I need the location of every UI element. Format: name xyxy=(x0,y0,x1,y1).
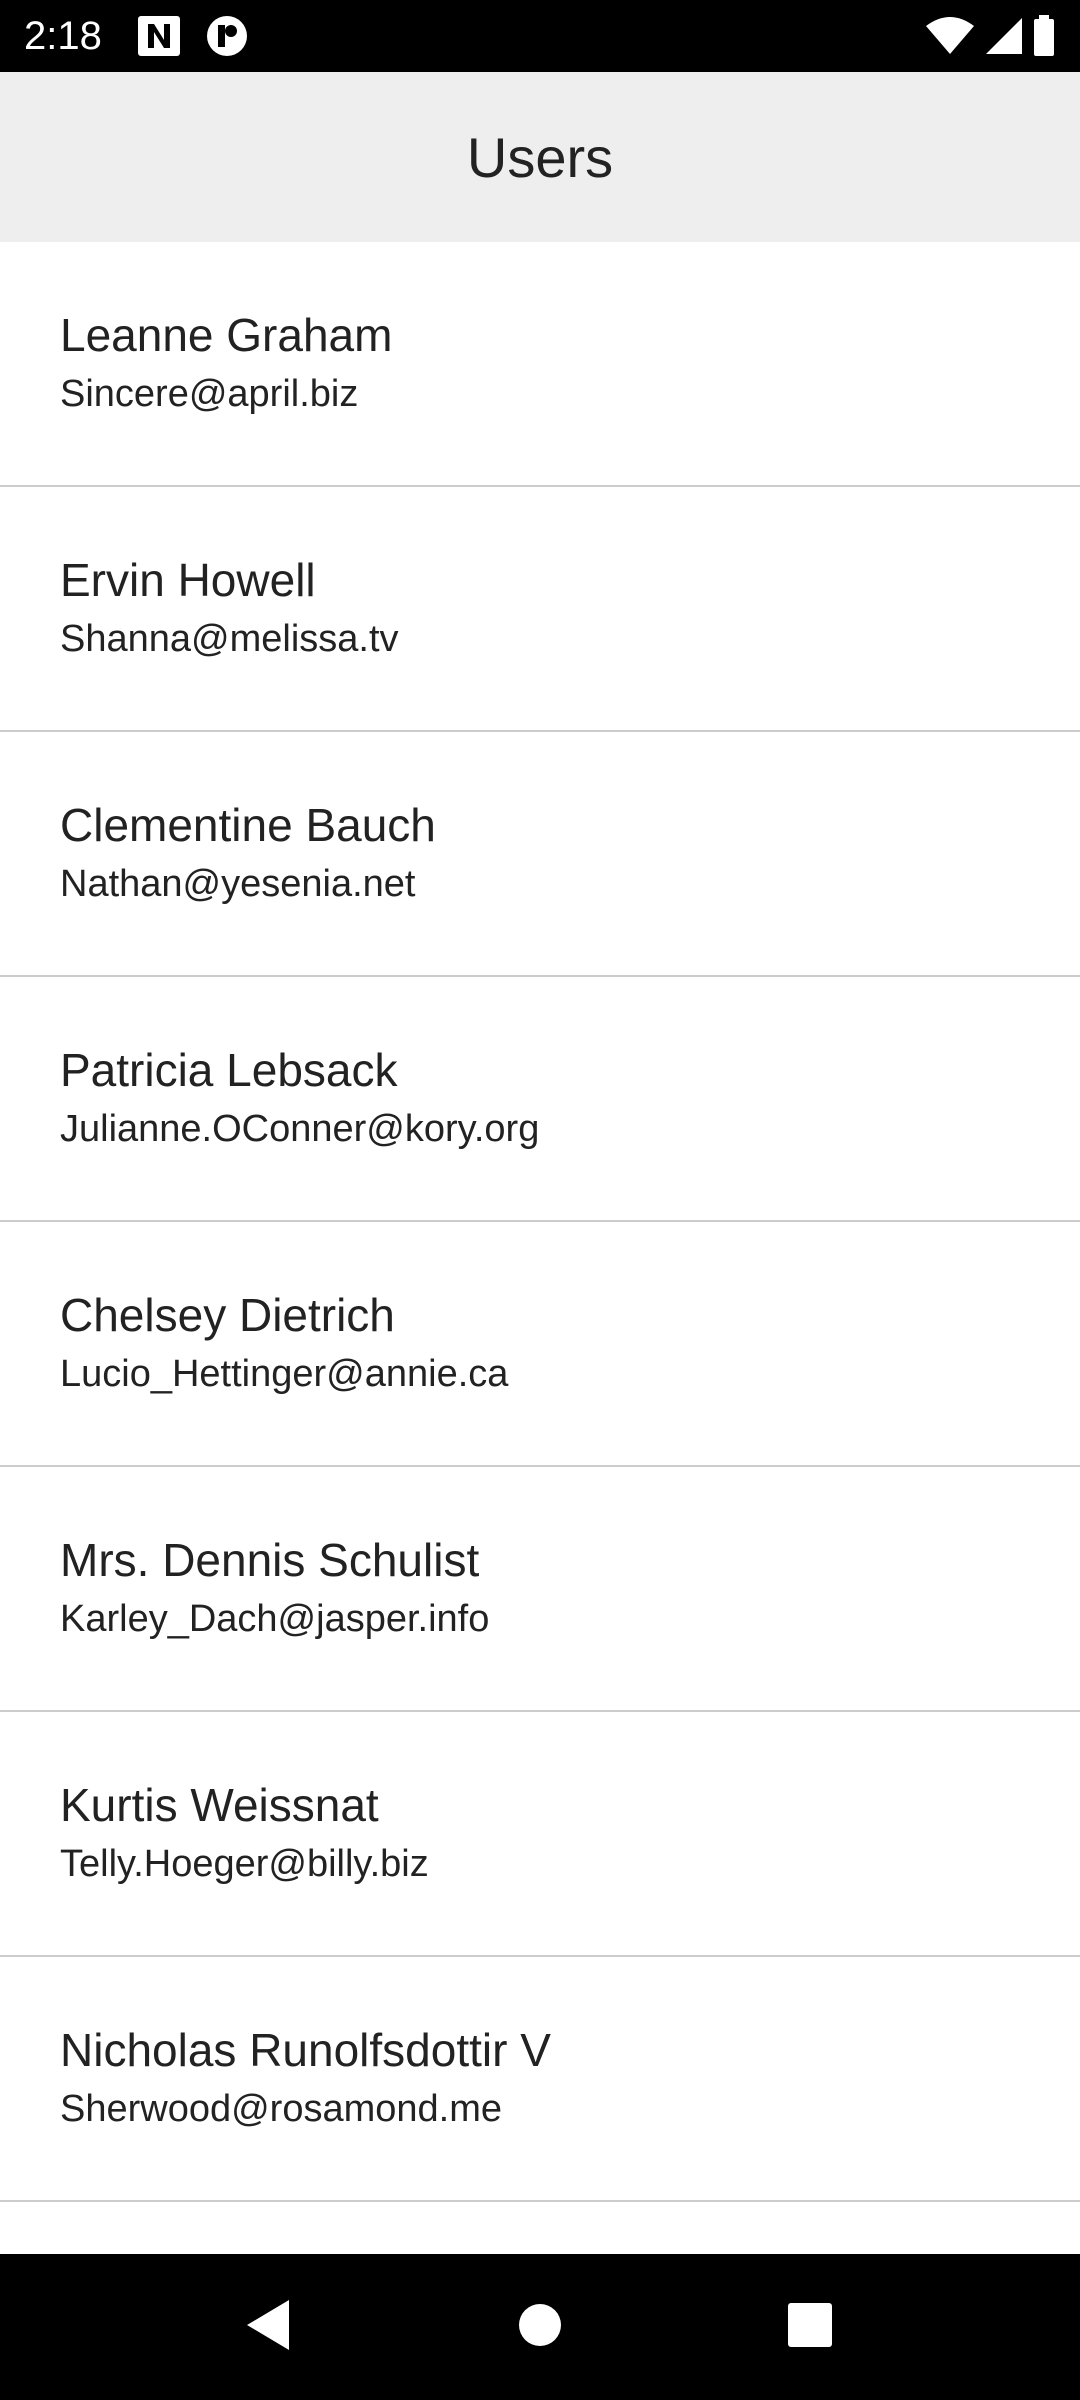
list-item[interactable]: Leanne Graham Sincere@april.biz xyxy=(0,242,1080,487)
back-icon xyxy=(243,2298,293,2357)
list-item[interactable]: Mrs. Dennis Schulist Karley_Dach@jasper.… xyxy=(0,1467,1080,1712)
user-name: Patricia Lebsack xyxy=(60,1043,398,1096)
back-button[interactable] xyxy=(178,2254,358,2400)
cell-signal-icon xyxy=(984,14,1024,63)
notification-circle-icon xyxy=(204,14,250,63)
page-title: Users xyxy=(466,125,614,189)
user-email: Lucio_Hettinger@annie.ca xyxy=(60,1352,509,1395)
notification-n-icon xyxy=(136,14,182,63)
user-name: Kurtis Weissnat xyxy=(60,1778,379,1831)
user-email: Karley_Dach@jasper.info xyxy=(60,1597,490,1640)
recents-icon xyxy=(787,2302,833,2353)
home-button[interactable] xyxy=(450,2254,630,2400)
user-name: Nicholas Runolfsdottir V xyxy=(60,2023,551,2076)
battery-icon xyxy=(1032,14,1056,63)
user-email: Telly.Hoeger@billy.biz xyxy=(60,1842,429,1885)
user-name: Leanne Graham xyxy=(60,308,393,361)
user-name: Ervin Howell xyxy=(60,553,316,606)
recents-button[interactable] xyxy=(720,2254,900,2400)
app-header: Users xyxy=(0,72,1080,242)
list-item[interactable]: Patricia Lebsack Julianne.OConner@kory.o… xyxy=(0,977,1080,1222)
user-email: Sincere@april.biz xyxy=(60,372,359,415)
wifi-icon xyxy=(924,14,976,63)
navigation-bar xyxy=(0,2254,1080,2400)
user-name: Chelsey Dietrich xyxy=(60,1288,395,1341)
home-icon xyxy=(517,2302,563,2353)
status-bar: 2:18 xyxy=(0,0,1080,72)
user-email: Shanna@melissa.tv xyxy=(60,617,399,660)
user-email: Sherwood@rosamond.me xyxy=(60,2087,503,2130)
user-email: Julianne.OConner@kory.org xyxy=(60,1107,540,1150)
list-item[interactable]: Chelsey Dietrich Lucio_Hettinger@annie.c… xyxy=(0,1222,1080,1467)
user-name: Mrs. Dennis Schulist xyxy=(60,1533,480,1586)
status-time: 2:18 xyxy=(24,14,102,58)
user-name: Clementine Bauch xyxy=(60,798,436,851)
user-email: Nathan@yesenia.net xyxy=(60,862,416,905)
list-item[interactable]: Clementine Bauch Nathan@yesenia.net xyxy=(0,732,1080,977)
list-item[interactable]: Kurtis Weissnat Telly.Hoeger@billy.biz xyxy=(0,1712,1080,1957)
list-item[interactable]: Nicholas Runolfsdottir V Sherwood@rosamo… xyxy=(0,1957,1080,2202)
list-item[interactable]: Ervin Howell Shanna@melissa.tv xyxy=(0,487,1080,732)
user-list[interactable]: Leanne Graham Sincere@april.biz Ervin Ho… xyxy=(0,242,1080,2254)
